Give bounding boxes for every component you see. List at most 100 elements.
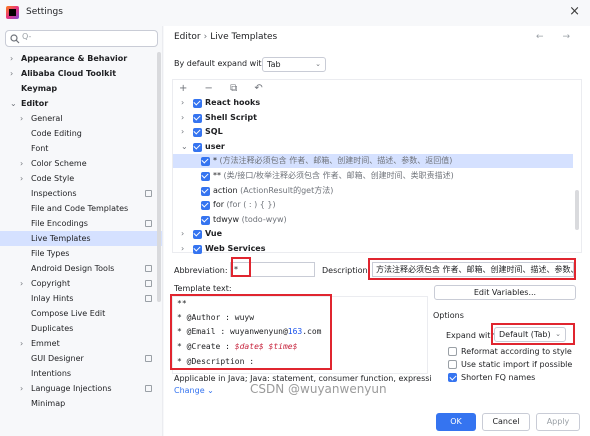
template-group[interactable]: › SQL [173, 125, 573, 139]
sidebar-item[interactable]: › Code Style [0, 171, 162, 186]
template-item[interactable]: action (ActionResult的get方法) [173, 184, 573, 198]
sidebar-item-label: Code Editing [31, 129, 82, 138]
chevron-right-icon[interactable]: › [10, 66, 18, 81]
template-item[interactable]: * (方法注释必须包含 作者、邮箱、创建时间、描述、参数、返回值) [173, 154, 573, 169]
chevron-right-icon[interactable]: › [20, 111, 28, 126]
sidebar-item[interactable]: Live Templates [0, 231, 162, 246]
sidebar-item[interactable]: Code Editing [0, 126, 162, 141]
chevron-down-icon[interactable]: ⌄ [181, 140, 188, 154]
default-expand-value: Tab [267, 60, 281, 69]
chevron-right-icon[interactable]: › [181, 96, 184, 110]
template-checkbox[interactable] [201, 201, 210, 211]
sidebar-item[interactable]: › Appearance & Behavior [0, 51, 162, 66]
template-checkbox[interactable] [193, 128, 202, 138]
template-item[interactable]: ** (类/接口/枚举注释必须包含 作者、邮箱、创建时间、类职责描述) [173, 169, 573, 183]
template-item[interactable]: tdwyw (todo-wyw) [173, 213, 573, 227]
sidebar-item[interactable]: › Copyright [0, 276, 162, 291]
template-item[interactable]: for (for ( : ) { }) [173, 198, 573, 212]
sidebar-item[interactable]: Intentions [0, 366, 162, 381]
app-icon [6, 6, 19, 19]
breadcrumb-parent[interactable]: Editor [174, 32, 201, 42]
search-input[interactable]: Q- [5, 30, 158, 47]
sidebar-item[interactable]: Minimap [0, 396, 162, 411]
template-checkbox[interactable] [193, 245, 202, 254]
template-checkbox[interactable] [193, 142, 202, 152]
description-label: Description: [322, 266, 371, 275]
template-abbreviation: tdwyw [213, 214, 242, 224]
highlight-template-text [170, 294, 332, 370]
chevron-right-icon[interactable]: › [181, 227, 184, 241]
expand-with-label: Expand with [446, 331, 496, 340]
template-text-label: Template text: [174, 284, 232, 293]
ok-button[interactable]: OK [436, 413, 476, 431]
sidebar-item[interactable]: File Encodings [0, 216, 162, 231]
sidebar-item[interactable]: Keymap [0, 81, 162, 96]
chevron-right-icon[interactable]: › [20, 276, 28, 291]
sidebar-item-label: Code Style [31, 174, 75, 183]
reformat-label: Reformat according to style [461, 347, 572, 356]
sidebar-item[interactable]: Inlay Hints [0, 291, 162, 306]
change-context-link[interactable]: Change ⌄ [174, 386, 214, 395]
apply-button[interactable]: Apply [536, 413, 580, 431]
template-checkbox[interactable] [201, 157, 210, 167]
sidebar-item[interactable]: Inspections [0, 186, 162, 201]
watermark: CSDN @wuyanwenyun [250, 382, 387, 396]
sidebar-item[interactable]: Android Design Tools [0, 261, 162, 276]
default-expand-dropdown[interactable]: Tab ⌄ [262, 57, 326, 72]
template-checkbox[interactable] [193, 99, 202, 108]
project-settings-icon [145, 220, 152, 227]
project-settings-icon [145, 295, 152, 302]
chevron-right-icon[interactable]: › [20, 156, 28, 171]
sidebar-item[interactable]: File and Code Templates [0, 201, 162, 216]
template-group[interactable]: ⌄ user [173, 140, 573, 154]
sidebar-item[interactable]: Compose Live Edit [0, 306, 162, 321]
chevron-right-icon[interactable]: › [181, 242, 184, 256]
chevron-right-icon[interactable]: › [181, 111, 184, 125]
sidebar-item[interactable]: › General [0, 111, 162, 126]
cancel-button[interactable]: Cancel [482, 413, 530, 431]
template-checkbox[interactable] [201, 186, 210, 196]
search-icon [10, 34, 20, 44]
sidebar-item[interactable]: › Emmet [0, 336, 162, 351]
template-group[interactable]: › Vue [173, 227, 573, 241]
back-forward-icon[interactable]: ← → [536, 32, 578, 42]
sidebar-item[interactable]: Font [0, 141, 162, 156]
template-checkbox[interactable] [193, 113, 202, 123]
sidebar-item-label: Alibaba Cloud Toolkit [21, 69, 117, 78]
templates-panel: + − ⧉ ↶ › React hooks › Shell Script › SQL ⌄ us… [172, 79, 582, 256]
sidebar-item[interactable]: › Color Scheme [0, 156, 162, 171]
template-item-text: * (方法注释必须包含 作者、邮箱、创建时间、描述、参数、返回值) [213, 154, 452, 168]
sidebar-scrollbar[interactable] [157, 52, 161, 302]
static-import-checkbox[interactable] [448, 360, 457, 369]
shorten-fq-checkbox[interactable] [448, 373, 457, 382]
project-settings-icon [145, 265, 152, 272]
template-checkbox[interactable] [193, 230, 202, 240]
sidebar-item[interactable]: › Alibaba Cloud Toolkit [0, 66, 162, 81]
template-group[interactable]: › React hooks [173, 96, 573, 110]
chevron-down-icon[interactable]: ⌄ [10, 96, 18, 111]
project-settings-icon [145, 385, 152, 392]
edit-variables-button[interactable]: Edit Variables... [434, 285, 576, 300]
chevron-down-icon: ⌄ [315, 60, 321, 68]
templates-scrollbar[interactable] [575, 190, 579, 230]
chevron-right-icon[interactable]: › [20, 381, 28, 396]
sidebar-item-label: File Types [31, 249, 70, 258]
sidebar-item[interactable]: File Types [0, 246, 162, 261]
reformat-checkbox[interactable] [448, 347, 457, 356]
template-group[interactable]: › Web Services [173, 242, 573, 256]
sidebar-item[interactable]: GUI Designer [0, 351, 162, 366]
project-settings-icon [145, 280, 152, 287]
sidebar-item[interactable]: Duplicates [0, 321, 162, 336]
template-checkbox[interactable] [201, 215, 210, 225]
close-icon[interactable]: × [569, 4, 580, 20]
templates-toolbar[interactable]: + − ⧉ ↶ [179, 83, 270, 94]
chevron-right-icon[interactable]: › [20, 336, 28, 351]
template-group[interactable]: › Shell Script [173, 111, 573, 125]
chevron-right-icon[interactable]: › [181, 125, 184, 139]
chevron-right-icon[interactable]: › [10, 51, 18, 66]
template-checkbox[interactable] [201, 172, 210, 181]
sidebar-item[interactable]: › Language Injections [0, 381, 162, 396]
sidebar-item[interactable]: ⌄ Editor [0, 96, 162, 111]
sidebar-item-label: GUI Designer [31, 354, 84, 363]
chevron-right-icon[interactable]: › [20, 171, 28, 186]
